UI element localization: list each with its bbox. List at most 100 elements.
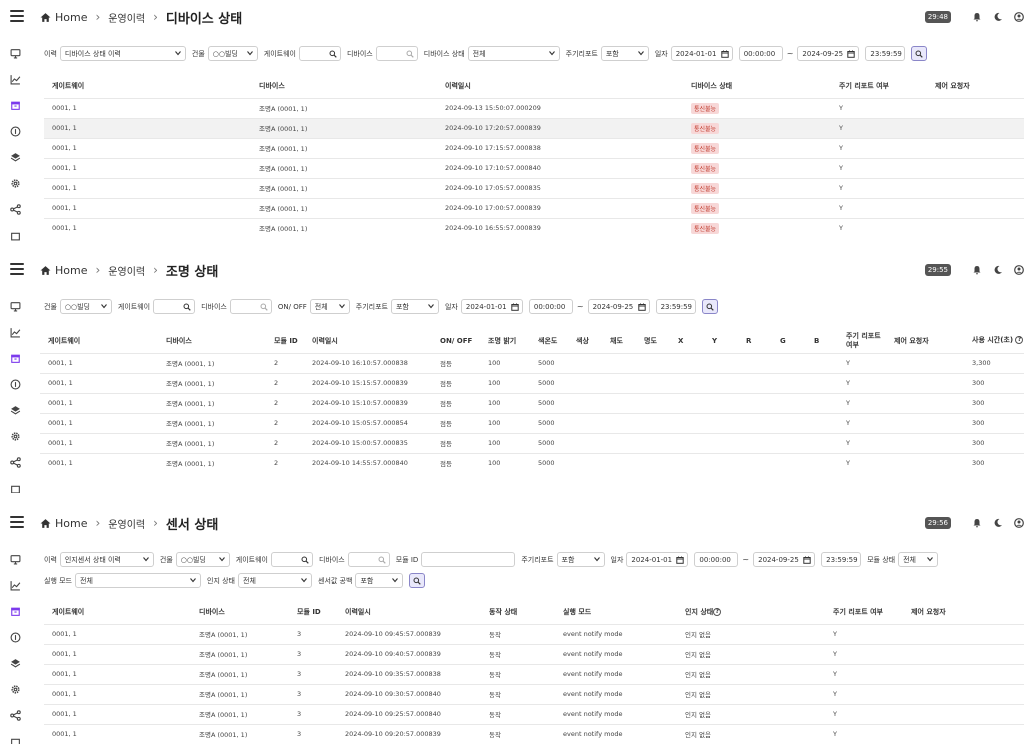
time-to-input[interactable]: 23:59:59 <box>865 46 906 61</box>
table-row[interactable]: 0001, 1 조명A (0001, 1) 3 2024-09-10 09:20:57… <box>44 723 1024 744</box>
sidebar-item-history[interactable] <box>0 345 30 371</box>
menu-icon[interactable] <box>10 10 24 22</box>
sidebar-item-layers[interactable] <box>0 144 30 170</box>
date-to-input[interactable]: 2024-09-25 <box>587 299 650 314</box>
building-select[interactable]: ○○빌딩 <box>175 552 230 567</box>
sidebar-item-layers[interactable] <box>0 650 30 676</box>
calendar-icon[interactable] <box>721 50 729 58</box>
sidebar-item-more[interactable] <box>0 222 30 248</box>
column-header[interactable]: 이력일시 <box>437 74 683 98</box>
column-header[interactable]: 주기 리포트 여부 <box>825 600 903 624</box>
table-row[interactable]: 0001, 1 조명A (0001, 1) 2024-09-10 17:15:57.… <box>44 137 1024 158</box>
table-row[interactable]: 0001, 1 조명A (0001, 1) 2 2024-09-10 15:15:57… <box>40 372 1024 393</box>
time-from-input[interactable]: 00:00:00 <box>738 46 783 61</box>
sidebar-item-energy[interactable] <box>0 624 30 650</box>
column-header[interactable]: 디바이스 <box>158 329 266 353</box>
column-header[interactable]: 동작 상태 <box>481 600 555 624</box>
device-input[interactable] <box>375 46 418 61</box>
search-icon[interactable] <box>301 556 309 564</box>
breadcrumb-home[interactable]: Home <box>55 11 87 24</box>
gateway-input[interactable] <box>270 552 313 567</box>
time-from-input[interactable]: 00:00:00 <box>528 299 573 314</box>
column-header[interactable]: 제어 요청자 <box>903 600 1024 624</box>
sidebar-item-chart[interactable] <box>0 572 30 598</box>
table-row[interactable]: 0001, 1 조명A (0001, 1) 3 2024-09-10 09:45:57… <box>44 623 1024 644</box>
report-select[interactable]: 포함 <box>600 46 649 61</box>
column-header[interactable]: 명도 <box>636 329 670 353</box>
bell-icon[interactable] <box>972 12 982 22</box>
column-header[interactable]: 모듈 ID <box>289 600 337 624</box>
column-header[interactable]: 제어 요청자 <box>927 74 1024 98</box>
report-select[interactable]: 포함 <box>556 552 605 567</box>
device-input[interactable] <box>229 299 272 314</box>
sensor-gap-select[interactable]: 포함 <box>355 573 404 588</box>
calendar-icon[interactable] <box>847 50 856 58</box>
date-to-input[interactable]: 2024-09-25 <box>797 46 860 61</box>
search-icon[interactable] <box>329 50 337 58</box>
column-header[interactable]: 채도 <box>602 329 636 353</box>
column-header[interactable]: 이력일시 <box>304 329 432 353</box>
column-header[interactable]: ON/ OFF <box>432 329 480 353</box>
sidebar-item-monitor[interactable] <box>0 293 30 319</box>
table-row[interactable]: 0001, 1 조명A (0001, 1) 2024-09-10 17:20:57.… <box>44 117 1024 138</box>
menu-icon[interactable] <box>10 516 24 528</box>
column-header[interactable]: 디바이스 상태 <box>683 74 831 98</box>
sidebar-item-chart[interactable] <box>0 66 30 92</box>
sidebar-item-more[interactable] <box>0 475 30 493</box>
report-select[interactable]: 포함 <box>390 299 439 314</box>
column-header[interactable]: 제어 요청자 <box>886 329 964 353</box>
time-to-input[interactable]: 23:59:59 <box>821 552 862 567</box>
sidebar-item-share[interactable] <box>0 196 30 222</box>
moon-icon[interactable] <box>993 265 1003 275</box>
table-row[interactable]: 0001, 1 조명A (0001, 1) 2024-09-10 17:00:57.… <box>44 197 1024 218</box>
search-button[interactable] <box>911 46 928 61</box>
sidebar-item-monitor[interactable] <box>0 40 30 66</box>
search-icon[interactable] <box>378 556 386 564</box>
run-mode-select[interactable]: 전체 <box>75 573 201 588</box>
breadcrumb-home[interactable]: Home <box>55 264 87 277</box>
help-icon[interactable]: ? <box>1015 336 1024 345</box>
column-header[interactable]: 주기 리포트 여부 <box>831 74 927 98</box>
column-header[interactable]: 디바이스 <box>191 600 289 624</box>
sidebar-item-monitor[interactable] <box>0 546 30 572</box>
bell-icon[interactable] <box>972 518 982 528</box>
sidebar-item-layers[interactable] <box>0 397 30 423</box>
home-icon[interactable] <box>40 12 51 23</box>
module-state-select[interactable]: 전체 <box>898 552 939 567</box>
menu-icon[interactable] <box>10 263 24 275</box>
user-icon[interactable] <box>1014 265 1024 275</box>
breadcrumb-history[interactable]: 운영이력 <box>108 516 145 531</box>
table-row[interactable]: 0001, 1 조명A (0001, 1) 3 2024-09-10 09:30:57… <box>44 683 1024 704</box>
home-icon[interactable] <box>40 518 51 529</box>
table-row[interactable]: 0001, 1 조명A (0001, 1) 2 2024-09-10 15:00:57… <box>40 432 1024 453</box>
column-header[interactable]: X <box>670 329 704 353</box>
breadcrumb-history[interactable]: 운영이력 <box>108 263 145 278</box>
table-row[interactable]: 0001, 1 조명A (0001, 1) 2 2024-09-10 15:05:57… <box>40 412 1024 433</box>
user-icon[interactable] <box>1014 518 1024 528</box>
history-select[interactable]: 인지센서 상태 이력 <box>59 552 154 567</box>
sidebar-item-settings[interactable] <box>0 170 30 196</box>
column-header[interactable]: 게이트웨이 <box>44 600 191 624</box>
sidebar-item-history[interactable] <box>0 92 30 118</box>
table-row[interactable]: 0001, 1 조명A (0001, 1) 3 2024-09-10 09:35:57… <box>44 663 1024 684</box>
column-header[interactable]: Y <box>704 329 738 353</box>
sidebar-item-history[interactable] <box>0 598 30 624</box>
home-icon[interactable] <box>40 265 51 276</box>
sidebar-item-more[interactable] <box>0 728 30 744</box>
calendar-icon[interactable] <box>803 556 811 564</box>
column-header[interactable]: 이력일시 <box>337 600 481 624</box>
date-from-input[interactable]: 2024-01-01 <box>670 46 733 61</box>
column-header[interactable]: G <box>772 329 806 353</box>
table-row[interactable]: 0001, 1 조명A (0001, 1) 2 2024-09-10 16:10:57… <box>40 352 1024 373</box>
date-to-input[interactable]: 2024-09-25 <box>753 552 816 567</box>
calendar-icon[interactable] <box>637 303 646 311</box>
table-row[interactable]: 0001, 1 조명A (0001, 1) 2024-09-13 15:50:07.… <box>44 97 1024 118</box>
search-button[interactable] <box>409 573 426 588</box>
sidebar-item-share[interactable] <box>0 702 30 728</box>
column-header[interactable]: 디바이스 <box>251 74 437 98</box>
table-row[interactable]: 0001, 1 조명A (0001, 1) 2024-09-10 17:10:57.… <box>44 157 1024 178</box>
sidebar-item-settings[interactable] <box>0 676 30 702</box>
table-row[interactable]: 0001, 1 조명A (0001, 1) 2 2024-09-10 15:10:57… <box>40 392 1024 413</box>
moon-icon[interactable] <box>993 12 1003 22</box>
time-from-input[interactable]: 00:00:00 <box>694 552 739 567</box>
